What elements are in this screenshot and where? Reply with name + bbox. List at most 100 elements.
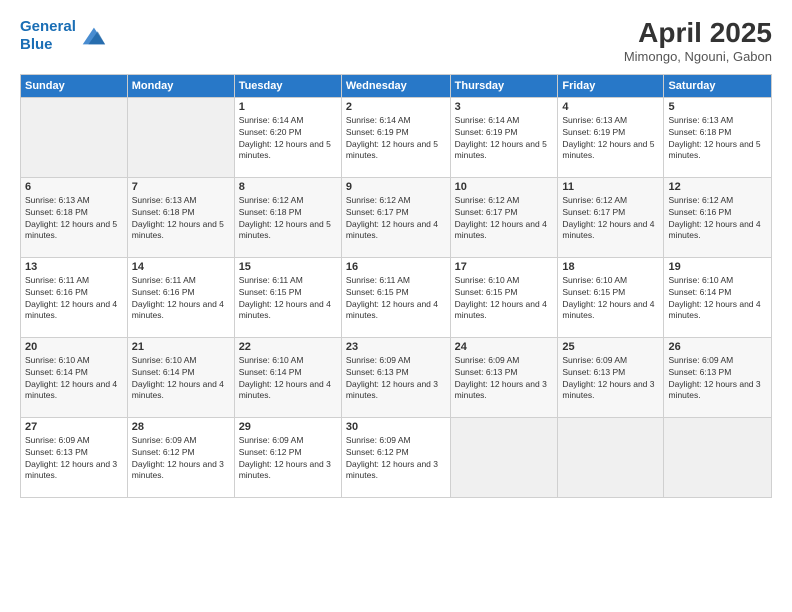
calendar-cell: 22 Sunrise: 6:10 AM Sunset: 6:14 PM Dayli… [234,337,341,417]
day-info: Sunrise: 6:09 AM Sunset: 6:13 PM Dayligh… [668,355,767,403]
day-number: 22 [239,341,337,353]
day-number: 19 [668,261,767,273]
calendar-header-row: SundayMondayTuesdayWednesdayThursdayFrid… [21,74,772,97]
calendar-cell: 16Sunrise: 6:11 AM Sunset: 6:15 PM Dayli… [341,257,450,337]
day-header-sunday: Sunday [21,74,128,97]
day-info: Sunrise: 6:13 AM Sunset: 6:18 PM Dayligh… [668,115,767,163]
day-number: 1 [239,101,337,113]
day-header-tuesday: Tuesday [234,74,341,97]
calendar-cell: 30 Sunrise: 6:09 AM Sunset: 6:12 PM Dayli… [341,417,450,497]
day-number: 25 [562,341,659,353]
day-info: Sunrise: 6:14 AM Sunset: 6:20 PM Dayligh… [239,115,337,163]
logo-blue: Blue [20,36,53,53]
day-info: Sunrise: 6:14 AM Sunset: 6:19 PM Dayligh… [346,115,446,163]
day-info: Sunrise: 6:10 AM Sunset: 6:14 PM Dayligh… [132,355,230,403]
day-number: 10 [455,181,554,193]
day-header-monday: Monday [127,74,234,97]
month-title: April 2025 [624,18,772,49]
calendar-cell: 20 Sunrise: 6:10 AM Sunset: 6:14 PM Dayli… [21,337,128,417]
day-info: Sunrise: 6:10 AM Sunset: 6:15 PM Dayligh… [562,275,659,323]
day-info: Sunrise: 6:09 AM Sunset: 6:13 PM Dayligh… [25,435,123,483]
calendar-cell: 9 Sunrise: 6:12 AM Sunset: 6:17 PM Daylig… [341,177,450,257]
day-number: 9 [346,181,446,193]
day-info: Sunrise: 6:10 AM Sunset: 6:14 PM Dayligh… [668,275,767,323]
calendar-cell: 25Sunrise: 6:09 AM Sunset: 6:13 PM Dayli… [558,337,664,417]
day-info: Sunrise: 6:13 AM Sunset: 6:18 PM Dayligh… [132,195,230,243]
day-number: 6 [25,181,123,193]
day-info: Sunrise: 6:09 AM Sunset: 6:12 PM Dayligh… [132,435,230,483]
calendar-cell: 12 Sunrise: 6:12 AM Sunset: 6:16 PM Dayli… [664,177,772,257]
day-number: 28 [132,421,230,433]
calendar-cell: 29 Sunrise: 6:09 AM Sunset: 6:12 PM Dayli… [234,417,341,497]
calendar-cell: 5 Sunrise: 6:13 AM Sunset: 6:18 PM Daylig… [664,97,772,177]
calendar-cell [664,417,772,497]
calendar-week-2: 6 Sunrise: 6:13 AM Sunset: 6:18 PM Daylig… [21,177,772,257]
calendar-week-4: 20 Sunrise: 6:10 AM Sunset: 6:14 PM Dayli… [21,337,772,417]
calendar-cell: 6 Sunrise: 6:13 AM Sunset: 6:18 PM Daylig… [21,177,128,257]
calendar-week-5: 27Sunrise: 6:09 AM Sunset: 6:13 PM Dayli… [21,417,772,497]
title-area: April 2025 Mimongo, Ngouni, Gabon [624,18,772,64]
calendar-cell: 24Sunrise: 6:09 AM Sunset: 6:13 PM Dayli… [450,337,558,417]
day-number: 29 [239,421,337,433]
day-number: 30 [346,421,446,433]
day-number: 14 [132,261,230,273]
logo-general: General [20,18,76,35]
day-number: 21 [132,341,230,353]
day-header-wednesday: Wednesday [341,74,450,97]
calendar-cell: 11 Sunrise: 6:12 AM Sunset: 6:17 PM Dayli… [558,177,664,257]
day-info: Sunrise: 6:12 AM Sunset: 6:17 PM Dayligh… [346,195,446,243]
calendar-cell: 28 Sunrise: 6:09 AM Sunset: 6:12 PM Dayli… [127,417,234,497]
day-header-friday: Friday [558,74,664,97]
calendar-cell: 21 Sunrise: 6:10 AM Sunset: 6:14 PM Dayli… [127,337,234,417]
day-info: Sunrise: 6:10 AM Sunset: 6:15 PM Dayligh… [455,275,554,323]
calendar-cell: 3Sunrise: 6:14 AM Sunset: 6:19 PM Daylig… [450,97,558,177]
day-number: 15 [239,261,337,273]
day-number: 16 [346,261,446,273]
calendar-cell: 27Sunrise: 6:09 AM Sunset: 6:13 PM Dayli… [21,417,128,497]
day-info: Sunrise: 6:13 AM Sunset: 6:18 PM Dayligh… [25,195,123,243]
day-number: 18 [562,261,659,273]
calendar-table: SundayMondayTuesdayWednesdayThursdayFrid… [20,74,772,498]
day-info: Sunrise: 6:09 AM Sunset: 6:12 PM Dayligh… [346,435,446,483]
calendar-cell: 8Sunrise: 6:12 AM Sunset: 6:18 PM Daylig… [234,177,341,257]
day-number: 20 [25,341,123,353]
day-number: 17 [455,261,554,273]
calendar-cell: 1 Sunrise: 6:14 AM Sunset: 6:20 PM Daylig… [234,97,341,177]
day-number: 24 [455,341,554,353]
page: General Blue April 2025 Mimongo, Ngouni,… [0,0,792,612]
day-info: Sunrise: 6:10 AM Sunset: 6:14 PM Dayligh… [239,355,337,403]
day-info: Sunrise: 6:12 AM Sunset: 6:17 PM Dayligh… [455,195,554,243]
day-number: 11 [562,181,659,193]
day-number: 2 [346,101,446,113]
calendar-cell: 14 Sunrise: 6:11 AM Sunset: 6:16 PM Dayli… [127,257,234,337]
calendar-cell: 15Sunrise: 6:11 AM Sunset: 6:15 PM Dayli… [234,257,341,337]
day-number: 13 [25,261,123,273]
calendar-week-1: 1 Sunrise: 6:14 AM Sunset: 6:20 PM Daylig… [21,97,772,177]
logo: General Blue [20,18,107,54]
day-header-saturday: Saturday [664,74,772,97]
day-info: Sunrise: 6:12 AM Sunset: 6:16 PM Dayligh… [668,195,767,243]
calendar-cell: 10 Sunrise: 6:12 AM Sunset: 6:17 PM Dayli… [450,177,558,257]
location-title: Mimongo, Ngouni, Gabon [624,49,772,64]
logo-icon [79,22,107,50]
calendar-cell: 18 Sunrise: 6:10 AM Sunset: 6:15 PM Dayli… [558,257,664,337]
calendar-cell: 23Sunrise: 6:09 AM Sunset: 6:13 PM Dayli… [341,337,450,417]
day-number: 12 [668,181,767,193]
calendar-cell: 4 Sunrise: 6:13 AM Sunset: 6:19 PM Daylig… [558,97,664,177]
day-number: 8 [239,181,337,193]
day-number: 5 [668,101,767,113]
calendar-cell [450,417,558,497]
calendar-week-3: 13 Sunrise: 6:11 AM Sunset: 6:16 PM Dayli… [21,257,772,337]
day-number: 4 [562,101,659,113]
calendar-cell [127,97,234,177]
day-info: Sunrise: 6:09 AM Sunset: 6:12 PM Dayligh… [239,435,337,483]
day-info: Sunrise: 6:11 AM Sunset: 6:16 PM Dayligh… [25,275,123,323]
day-info: Sunrise: 6:11 AM Sunset: 6:16 PM Dayligh… [132,275,230,323]
calendar-cell: 17 Sunrise: 6:10 AM Sunset: 6:15 PM Dayli… [450,257,558,337]
day-info: Sunrise: 6:12 AM Sunset: 6:17 PM Dayligh… [562,195,659,243]
day-info: Sunrise: 6:10 AM Sunset: 6:14 PM Dayligh… [25,355,123,403]
calendar-cell: 19 Sunrise: 6:10 AM Sunset: 6:14 PM Dayli… [664,257,772,337]
header: General Blue April 2025 Mimongo, Ngouni,… [20,18,772,64]
day-number: 3 [455,101,554,113]
day-info: Sunrise: 6:13 AM Sunset: 6:19 PM Dayligh… [562,115,659,163]
